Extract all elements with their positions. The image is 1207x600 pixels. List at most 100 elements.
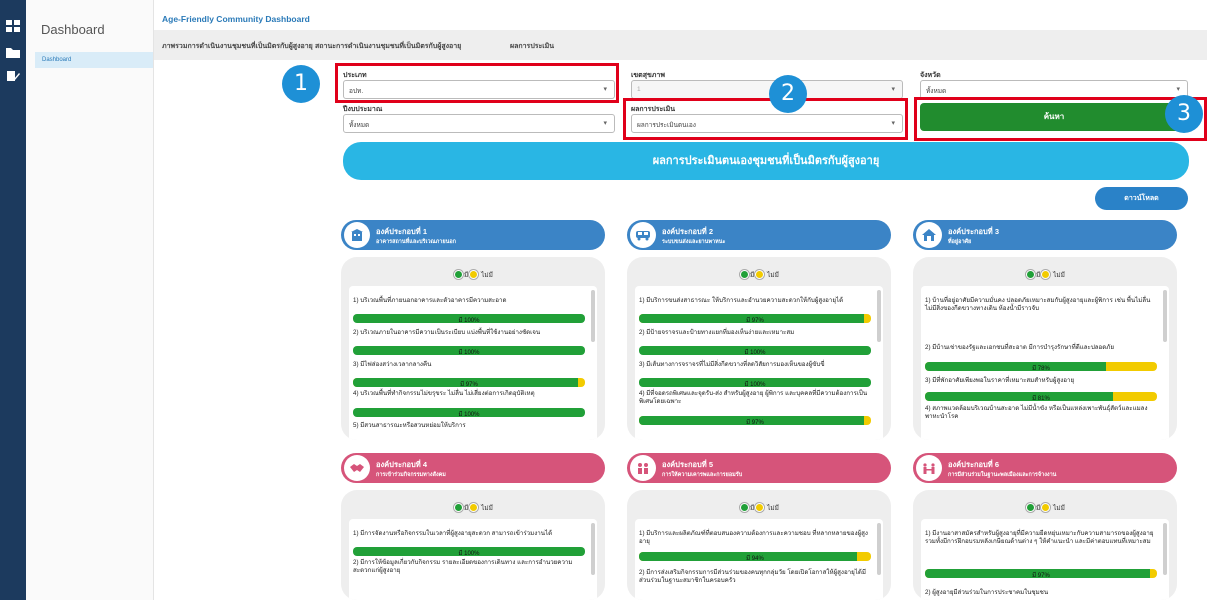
criteria-item: 3) มีที่พักอาศัยเพียงพอในราคาที่เหมาะสมส… — [925, 377, 1075, 384]
progress-bar: มี 97% — [353, 378, 585, 387]
component-title-3: องค์ประกอบที่ 3 — [948, 227, 1000, 236]
sidebar: Dashboard Dashboard — [26, 0, 154, 600]
criteria-item: 2) มีการส่งเสริมกิจกรรมการมีส่วนร่วมของค… — [639, 569, 866, 584]
results-banner: ผลการประเมินตนเองชุมชนที่เป็นมิตรกับผู้ส… — [343, 142, 1189, 180]
page-title: Age-Friendly Community Dashboard — [162, 14, 310, 24]
progress-bar: มี 100% — [353, 408, 585, 417]
legend-yes-label: มี — [464, 272, 469, 279]
scrollbar[interactable] — [877, 290, 881, 342]
people-icon — [638, 463, 648, 474]
criteria-item: 4) มีที่จอดรถพิเศษและจุดรับ-ส่ง สำหรับผู… — [639, 390, 868, 405]
criteria-list: 1) มีงานอาสาสมัครสำหรับผู้สูงอายุที่มีคว… — [921, 519, 1169, 600]
legend: มี ไม่มี — [627, 270, 891, 280]
zone-select-value: 1 — [637, 86, 641, 93]
download-button[interactable]: ดาวน์โหลด — [1095, 187, 1188, 210]
legend: มี ไม่มี — [913, 270, 1177, 280]
building-outdoor-icon — [351, 229, 363, 241]
tab-overview[interactable]: ภาพรวมการดำเนินงานชุมชนที่เป็นมิตรกับผู้… — [162, 41, 313, 52]
criteria-list: 1) บริเวณพื้นที่ภายนอกอาคารและตัวอาคารมี… — [349, 286, 597, 440]
legend-yes-label: มี — [464, 505, 469, 512]
legend: มี ไม่มี — [627, 503, 891, 513]
progress-label: มี 81% — [1032, 396, 1050, 401]
progress-bar: มี 100% — [353, 346, 585, 355]
legend-yes-dot-icon — [740, 503, 750, 512]
criteria-item: 1) มีบริการและผลิตภัณฑ์ที่ตอบสนองความต้อ… — [639, 530, 868, 545]
progress-bar: มี 100% — [353, 314, 585, 323]
progress-bar: มี 100% — [353, 547, 585, 556]
legend-no-dot-icon — [469, 503, 479, 512]
progress-bar: มี 97% — [639, 416, 871, 425]
criteria-item: 2) บริเวณภายในอาคารมีความเป็นระเบียบ แบ่… — [353, 329, 541, 336]
sidebar-item-dashboard[interactable]: Dashboard — [35, 52, 153, 68]
zone-select[interactable]: 1 ▾ — [631, 80, 903, 99]
component-title-2: องค์ประกอบที่ 2 — [662, 227, 714, 236]
legend-yes-dot-icon — [454, 503, 464, 512]
progress-label: มี 97% — [1032, 573, 1050, 578]
criteria-item: 4) สภาพแวดล้อมบริเวณบ้านสะอาด ไม่มีน้ำขั… — [925, 405, 1148, 420]
progress-label: มี 100% — [744, 382, 766, 387]
dashboard-icon[interactable] — [6, 20, 20, 32]
component-subtitle-4: การเข้าร่วมกิจกรรมทางสังคม — [376, 472, 446, 478]
criteria-item: 2) มีป้ายจราจรและป้ายทางแยกที่มองเห็นง่า… — [639, 329, 795, 336]
criteria-item: 2) ผู้สูงอายุมีส่วนร่วมในการประชาคมในชุม… — [925, 589, 1049, 596]
annotation-badge-2: 2 — [769, 75, 807, 113]
scrollbar[interactable] — [591, 523, 595, 575]
component-subtitle-2: ระบบขนส่งและยานพาหนะ — [662, 239, 726, 245]
annotation-badge-1: 1 — [282, 65, 320, 103]
legend-yes-dot-icon — [1026, 270, 1036, 279]
progress-bar: มี 97% — [639, 314, 871, 323]
chevron-down-icon: ▾ — [891, 86, 895, 93]
community-icon — [923, 463, 935, 474]
criteria-item: 1) บริเวณพื้นที่ภายนอกอาคารและตัวอาคารมี… — [353, 297, 507, 304]
annotation-badge-3: 3 — [1165, 95, 1203, 133]
progress-bar: มี 100% — [639, 378, 871, 387]
scrollbar[interactable] — [1163, 523, 1167, 575]
scrollbar[interactable] — [1163, 290, 1167, 342]
scrollbar[interactable] — [591, 290, 595, 342]
component-header-6: องค์ประกอบที่ 6 การมีส่วนร่วมในฐานะพลเมื… — [913, 453, 1177, 483]
legend: มี ไม่มี — [341, 270, 605, 280]
legend-no-label: ไม่มี — [1051, 272, 1065, 279]
scrollbar[interactable] — [877, 523, 881, 575]
legend-yes-dot-icon — [740, 270, 750, 279]
icon-rail — [0, 0, 26, 600]
component-header-4: องค์ประกอบที่ 4 การเข้าร่วมกิจกรรมทางสัง… — [341, 453, 605, 483]
progress-bar: มี 81% — [925, 392, 1157, 401]
criteria-item: 2) มีบ้านเช่าของรัฐและเอกชนที่สะอาด มีกา… — [925, 344, 1114, 351]
legend-no-dot-icon — [755, 503, 765, 512]
criteria-item: 3) มีเส้นทางการจราจรที่ไม่มีสิ่งกีดขวางท… — [639, 361, 825, 368]
criteria-item: 1) มีงานอาสาสมัครสำหรับผู้สูงอายุที่มีคว… — [925, 530, 1154, 545]
progress-bar: มี 100% — [639, 346, 871, 355]
progress-label: มี 100% — [458, 318, 480, 323]
component-header-5: องค์ประกอบที่ 5 การให้ความเคารพและการยอม… — [627, 453, 891, 483]
legend-no-label: ไม่มี — [479, 505, 493, 512]
criteria-item: 2) มีการให้ข้อมูลเกี่ยวกับกิจกรรม รายละเ… — [353, 559, 573, 574]
criteria-item: 1) มีการจัดงานหรือกิจกรรมในเวลาที่ผู้สูง… — [353, 530, 553, 537]
tab-status[interactable]: สถานะการดำเนินงานชุมชนที่เป็นมิตรกับผู้ส… — [315, 41, 461, 52]
sidebar-title: Dashboard — [41, 22, 105, 37]
tab-results[interactable]: ผลการประเมิน — [510, 41, 554, 52]
component-title-4: องค์ประกอบที่ 4 — [376, 460, 428, 469]
criteria-item: 1) มีบริการขนส่งสาธารณะ ให้บริการและอำนว… — [639, 297, 844, 304]
component-card-2: มี ไม่มี 1) มีบริการขนส่งสาธารณะ ให้บริกา… — [627, 257, 891, 440]
budget-year-select[interactable]: ทั้งหมด ▾ — [343, 114, 615, 133]
component-card-6: มี ไม่มี 1) มีงานอาสาสมัครสำหรับผู้สูงอาย… — [913, 490, 1177, 600]
legend-yes-label: มี — [750, 505, 755, 512]
component-subtitle-3: ที่อยู่อาศัย — [948, 239, 972, 245]
criteria-item: 5) มีสวนสาธารณะหรือสวนหย่อมให้บริการ — [353, 422, 466, 429]
highlight-box-1 — [335, 63, 619, 103]
legend-no-dot-icon — [1041, 503, 1051, 512]
tab-bar: ภาพรวมการดำเนินงานชุมชนที่เป็นมิตรกับผู้… — [154, 30, 1207, 60]
legend-no-dot-icon — [755, 270, 765, 279]
criteria-list: 1) มีบริการและผลิตภัณฑ์ที่ตอบสนองความต้อ… — [635, 519, 883, 600]
component-card-4: มี ไม่มี 1) มีการจัดงานหรือกิจกรรมในเวลาท… — [341, 490, 605, 600]
legend-no-dot-icon — [469, 270, 479, 279]
handshake-icon — [350, 464, 364, 472]
component-title-1: องค์ประกอบที่ 1 — [376, 227, 428, 236]
house-icon — [922, 229, 936, 241]
edit-document-icon[interactable] — [6, 70, 20, 82]
legend-yes-label: มี — [1036, 272, 1041, 279]
component-card-1: มี ไม่มี 1) บริเวณพื้นที่ภายนอกอาคารและตั… — [341, 257, 605, 440]
component-header-3: องค์ประกอบที่ 3 ที่อยู่อาศัย — [913, 220, 1177, 250]
folder-icon[interactable] — [6, 46, 20, 58]
